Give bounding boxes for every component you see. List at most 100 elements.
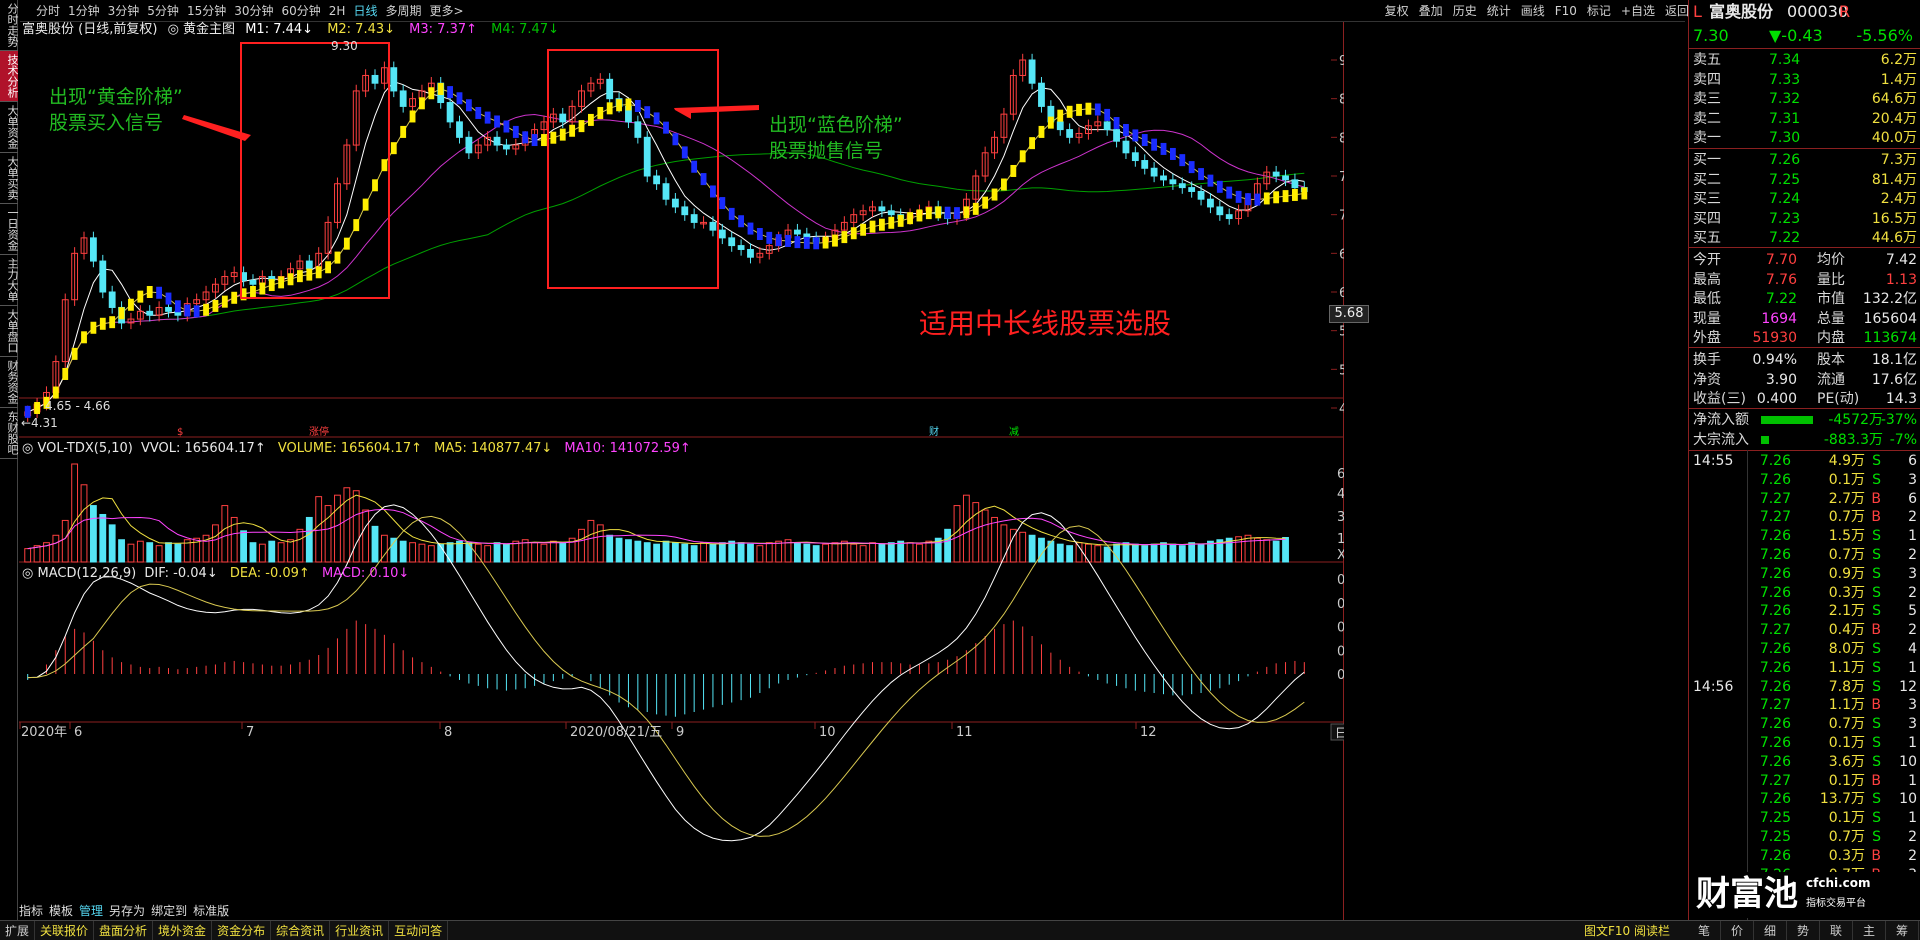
tool-3[interactable]: 统计: [1487, 0, 1511, 22]
left-tab-6[interactable]: 大单盘口: [0, 306, 19, 357]
macd-title[interactable]: MACD(12,26,9): [37, 566, 136, 581]
period-2[interactable]: 3分钟: [108, 0, 140, 22]
side-tab-5[interactable]: 主: [1853, 921, 1886, 940]
tool-4[interactable]: 画线: [1521, 0, 1545, 22]
indicator-tab-0[interactable]: 指标: [19, 902, 43, 920]
left-tab-0[interactable]: 分时走势: [0, 0, 19, 51]
market-flag-icon: L: [1693, 2, 1702, 21]
ladder-block: [1216, 180, 1223, 193]
quote-row: 现量 1694 总量 165604: [1689, 309, 1920, 329]
tool-1[interactable]: 叠加: [1419, 0, 1443, 22]
macd-tick-label: 0.60: [1337, 597, 1344, 612]
x-axis-label: 8: [444, 725, 452, 740]
macd-dropdown-icon[interactable]: ◎: [22, 566, 33, 581]
period-button-label[interactable]: 日线: [1335, 726, 1344, 740]
stat-value: 1.13: [1885, 271, 1917, 288]
left-tab-4[interactable]: 一日资金: [0, 204, 19, 255]
net-inflow-pct: -37%: [1880, 412, 1917, 428]
left-tab-5[interactable]: 主力大单: [0, 255, 19, 306]
net-inflow-label: 净流入额: [1693, 412, 1749, 428]
status-tab-1[interactable]: 关联报价: [35, 921, 95, 940]
status-tab-2[interactable]: 盘面分析: [94, 921, 154, 940]
stat-label: 净资: [1693, 371, 1721, 388]
side-tab-4[interactable]: 联: [1820, 921, 1853, 940]
ladder-block: [1085, 102, 1092, 115]
ladder-block: [231, 291, 238, 304]
ladder-block: [109, 316, 116, 329]
status-tab-7[interactable]: 互动问答: [389, 921, 449, 940]
left-tab-1[interactable]: 技术分析: [0, 51, 19, 102]
ladder-block: [1188, 161, 1195, 174]
ladder-block: [1001, 178, 1007, 191]
quote-row: 7.27 0.4万 B 2: [1689, 621, 1920, 639]
tick-count: 2: [1908, 509, 1917, 526]
quote-row: 卖五 7.34 6.2万: [1689, 50, 1920, 70]
period-6[interactable]: 60分钟: [282, 0, 321, 22]
volume-bar: [578, 528, 585, 563]
quote-row: 换手 0.94% 股本 18.1亿: [1689, 350, 1920, 370]
side-tab-3[interactable]: 势: [1787, 921, 1820, 940]
status-tab-6[interactable]: 行业资讯: [330, 921, 390, 940]
volume-bar: [728, 540, 736, 563]
period-5[interactable]: 30分钟: [234, 0, 273, 22]
chart-canvas[interactable]: 9.00 8.50 8.00 7.50 7.00 6.50 6.00 5.50 5.00 4.50…: [19, 22, 1344, 920]
status-tab-3[interactable]: 境外资金: [153, 921, 213, 940]
left-tab-8[interactable]: 东财股吧: [0, 408, 19, 459]
event-mark[interactable]: 财: [929, 425, 939, 438]
ladder-block: [541, 134, 547, 147]
event-mark[interactable]: $: [177, 427, 183, 438]
volume-bar: [249, 542, 257, 563]
volume-bar: [972, 502, 980, 563]
status-tab-0[interactable]: 扩展: [0, 921, 36, 940]
ladder-block: [597, 106, 604, 119]
buy-level-label: 买四: [1693, 210, 1721, 227]
status-tab-5[interactable]: 综合资讯: [271, 921, 331, 940]
event-mark[interactable]: 减: [1009, 426, 1019, 438]
period-9[interactable]: 多周期: [385, 0, 421, 22]
tool-8[interactable]: 返回: [1665, 0, 1689, 22]
volume-dropdown-icon[interactable]: ◎: [22, 441, 33, 456]
tool-5[interactable]: F10: [1555, 0, 1577, 22]
event-mark[interactable]: 涨停: [309, 425, 329, 438]
indicator-tab-2[interactable]: 管理: [79, 902, 103, 920]
period-3[interactable]: 5分钟: [147, 0, 179, 22]
period-7[interactable]: 2H: [329, 0, 346, 22]
ladder-block: [1141, 134, 1148, 147]
tick-side: S: [1872, 716, 1881, 733]
side-tab-0[interactable]: 笔: [1688, 921, 1721, 940]
ladder-block: [278, 276, 285, 289]
f10-reader[interactable]: 图文F10 阅读栏: [1584, 921, 1670, 940]
period-4[interactable]: 15分钟: [187, 0, 226, 22]
tool-0[interactable]: 复权: [1385, 0, 1409, 22]
indicator-tab-1[interactable]: 模板: [49, 902, 73, 920]
ladder-block: [785, 234, 791, 247]
period-8[interactable]: 日线: [353, 0, 377, 22]
left-tab-3[interactable]: 大单买卖: [0, 153, 19, 204]
side-tab-6[interactable]: 筹: [1886, 921, 1919, 940]
indicator-tab-4[interactable]: 绑定到: [151, 902, 187, 920]
left-tab-7[interactable]: 财务资金: [0, 357, 19, 408]
side-tab-1[interactable]: 价: [1721, 921, 1754, 940]
side-tab-2[interactable]: 细: [1754, 921, 1787, 940]
volume-title[interactable]: VOL-TDX(5,10): [37, 441, 132, 456]
candle-body: [1160, 175, 1167, 181]
indicator-tab-3[interactable]: 另存为: [109, 902, 145, 920]
tool-2[interactable]: 历史: [1453, 0, 1477, 22]
block-inflow-bar: [1761, 436, 1769, 444]
tick-count: 10: [1899, 753, 1917, 770]
status-tab-4[interactable]: 资金分布: [212, 921, 272, 940]
period-10[interactable]: 更多>: [429, 0, 463, 22]
ladder-block: [297, 270, 303, 283]
tool-7[interactable]: +自选: [1621, 0, 1655, 22]
period-0[interactable]: 分时: [36, 0, 60, 22]
period-1[interactable]: 1分钟: [68, 0, 100, 22]
price-tick-label: 8.00: [1339, 131, 1344, 146]
low-price-label-1: 4.65 - 4.66: [45, 399, 110, 413]
left-tab-2[interactable]: 大单资金: [0, 102, 19, 153]
candle-body: [99, 260, 107, 293]
tool-6[interactable]: 标记: [1587, 0, 1611, 22]
indicator-tab-5[interactable]: 标准版: [193, 902, 229, 920]
chart-area[interactable]: 富奥股份 (日线,前复权) ◎ 黄金主图 M1: 7.44↓ M2: 7.43↓…: [19, 22, 1369, 920]
volume-tick-label: 30000: [1337, 510, 1344, 525]
price-tick-label: 5.50: [1339, 325, 1344, 340]
